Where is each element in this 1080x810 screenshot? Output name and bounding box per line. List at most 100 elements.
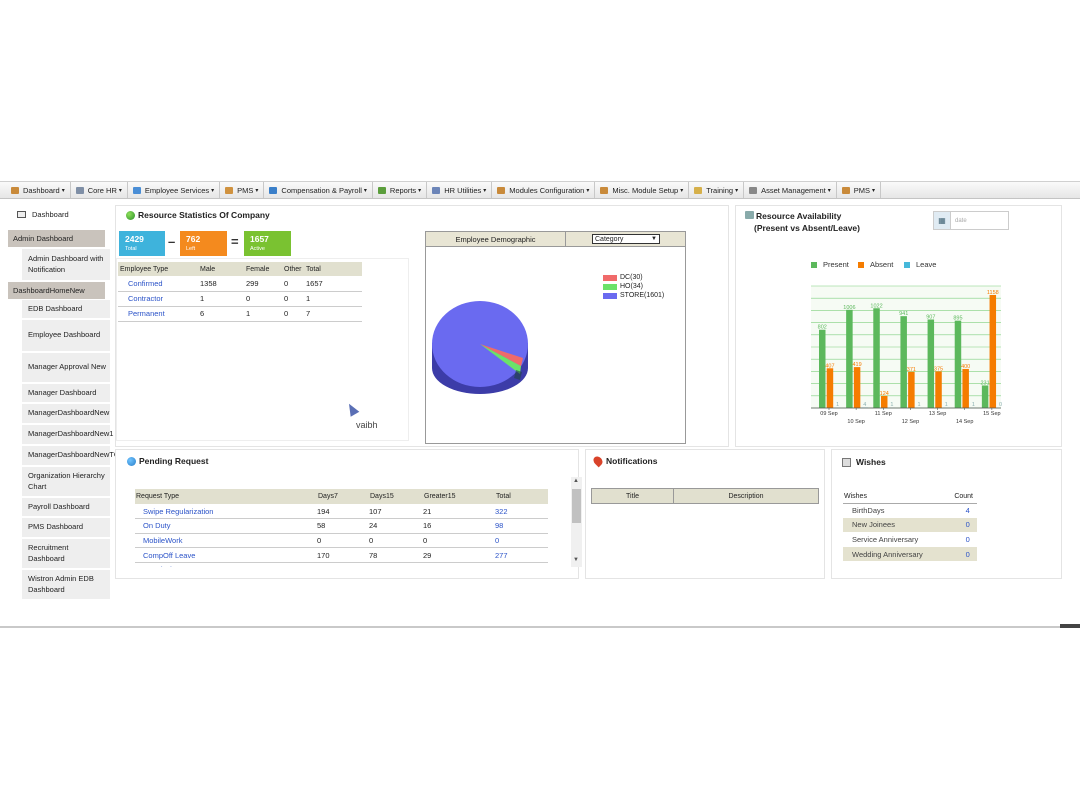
sidebar-item-12[interactable]: Wistron Admin EDB Dashboard [22, 570, 110, 600]
active-stat-box[interactable]: 1657 Active [244, 231, 291, 256]
date-input[interactable]: ▦ date [933, 211, 1009, 230]
nav-item-9[interactable]: Training ▾ [689, 182, 745, 198]
x-tick-label: 10 Sep [847, 419, 864, 425]
sidebar-item-11[interactable]: Recruitment Dashboard [22, 539, 110, 569]
legend-swatch [811, 261, 817, 268]
employee-type-link[interactable]: Contractor [118, 291, 198, 307]
sidebar-item-5[interactable]: ManagerDashboardNew [22, 404, 110, 424]
request-total-link[interactable]: 0 [495, 533, 548, 549]
wish-count-link[interactable]: 4 [946, 503, 977, 519]
bar-absent-3 [908, 371, 915, 408]
employee-type-link[interactable]: Permanent [118, 306, 198, 322]
sidebar-item-1[interactable]: EDB Dashboard [22, 300, 110, 319]
sidebar-item-2[interactable]: Employee Dashboard [22, 320, 110, 352]
pending-request-icon [127, 456, 136, 466]
bar-absent-6 [989, 294, 997, 408]
table-cell: 58 [317, 518, 369, 534]
employee-demographic-panel: Employee Demographic Category ▼ DC(30) HO… [425, 231, 686, 444]
availability-icon [745, 211, 754, 219]
table-cell: 78 [369, 547, 423, 563]
data-label: 419 [852, 362, 861, 368]
request-type-link[interactable]: On Duty [135, 518, 317, 534]
sidebar-item-0[interactable]: Admin Dashboard with Notification [22, 249, 110, 281]
table-row: Service Anniversary 0 [843, 532, 977, 548]
nav-item-7[interactable]: Modules Configuration ▾ [492, 182, 596, 198]
sidebar-item-10[interactable]: PMS Dashboard [22, 518, 110, 538]
wishes-title: Wishes [842, 457, 886, 467]
emp-col-0: Employee Type [118, 262, 198, 276]
x-tick-label: 09 Sep [820, 411, 837, 417]
total-stat-box[interactable]: 2429 Total [119, 231, 165, 256]
data-label: 941 [899, 311, 908, 317]
nav-item-10[interactable]: Asset Management ▾ [744, 182, 837, 198]
emp-col-3: Other [282, 262, 304, 276]
caret-down-icon: ▾ [363, 187, 367, 194]
wish-count-link[interactable]: 0 [946, 532, 977, 548]
notifications-table: Title Description [591, 488, 819, 504]
bar-present-1 [846, 309, 853, 408]
payroll-icon [269, 186, 278, 194]
sidebar-dashboard-link[interactable]: Dashboard [5, 204, 105, 224]
nav-item-11[interactable]: PMS ▾ [837, 182, 882, 198]
nav-item-1[interactable]: Core HR ▾ [71, 182, 128, 198]
data-label: 895 [953, 316, 962, 322]
sidebar-item-9[interactable]: Payroll Dashboard [22, 498, 110, 517]
sidebar-group-1[interactable]: DashboardHomeNew [8, 282, 105, 299]
employee-type-link[interactable]: Confirmed [118, 276, 198, 292]
data-label: 375 [934, 366, 943, 372]
wish-count-link[interactable]: 0 [946, 546, 977, 562]
pending-request-title: Pending Request [127, 456, 208, 466]
nav-item-3[interactable]: PMS ▾ [220, 182, 265, 198]
request-type-link[interactable]: CompOff Leave [135, 547, 317, 563]
pin-icon [591, 454, 605, 468]
table-cell: 0 [282, 306, 304, 322]
sidebar-group-0[interactable]: Admin Dashboard [8, 230, 105, 247]
wish-type: Wedding Anniversary [843, 546, 947, 562]
table-row: Wedding Anniversary 0 [843, 546, 977, 562]
left-stat-box[interactable]: 762 Left [180, 231, 227, 256]
nav-item-8[interactable]: Misc. Module Setup ▾ [595, 182, 690, 198]
legend-swatch [603, 283, 617, 290]
nav-item-2[interactable]: Employee Services ▾ [128, 182, 221, 198]
x-tick-label: 14 Sep [956, 419, 973, 425]
data-label: 1 [836, 402, 839, 408]
caret-down-icon: ▾ [255, 187, 259, 194]
sidebar-item-4[interactable]: Manager Dashboard [22, 384, 110, 403]
sidebar-item-3[interactable]: Manager Approval New [22, 353, 110, 383]
request-total-link[interactable]: 98 [495, 518, 548, 534]
caret-down-icon: ▾ [118, 187, 122, 194]
pending-request-scrollbar[interactable]: ▲ ▼ [571, 477, 582, 567]
table-cell: 1 [198, 291, 244, 307]
sidebar-item-8[interactable]: Organization Hierarchy Chart [22, 467, 110, 497]
table-cell: 24 [369, 518, 423, 534]
table-clip-cover [130, 567, 570, 577]
scroll-thumb[interactable] [572, 489, 581, 523]
wishes-col-count: Count [946, 490, 977, 504]
calendar-icon[interactable]: ▦ [934, 212, 951, 229]
nav-item-0[interactable]: Dashboard ▾ [6, 182, 71, 198]
emp-col-4: Total [304, 262, 362, 276]
nav-item-4[interactable]: Compensation & Payroll ▾ [264, 182, 373, 198]
table-cell: 1657 [304, 276, 362, 292]
scroll-up-icon[interactable]: ▲ [573, 478, 579, 484]
pending-col-4: Total [495, 489, 548, 504]
wish-count-link[interactable]: 0 [946, 517, 977, 533]
category-select[interactable]: Category ▼ [592, 234, 660, 244]
sidebar-item-7[interactable]: ManagerDashboardNewTGKL [22, 446, 129, 466]
request-type-link[interactable]: Swipe Regularization [135, 504, 317, 520]
request-total-link[interactable]: 322 [495, 504, 548, 520]
request-type-link[interactable]: MobileWork [135, 533, 317, 549]
wish-type: Service Anniversary [843, 532, 947, 548]
table-row: Permanent 6 1 0 7 [118, 306, 362, 322]
wishes-table: Wishes Count BirthDays 4 New Joinees 0 Servi… [843, 490, 977, 562]
x-tick-label: 13 Sep [929, 411, 946, 417]
sidebar-item-6[interactable]: ManagerDashboardNew1 [22, 425, 113, 445]
resource-statistics-title: Resource Statistics Of Company [126, 210, 270, 220]
data-label: 1006 [843, 305, 855, 311]
scroll-down-icon[interactable]: ▼ [573, 557, 579, 563]
nav-item-5[interactable]: Reports ▾ [373, 182, 428, 198]
nav-item-6[interactable]: HR Utilities ▾ [427, 182, 493, 198]
request-total-link[interactable]: 277 [495, 547, 548, 563]
table-row: CompOff Leave 170 78 29 277 [135, 547, 548, 563]
reports-icon [377, 186, 386, 194]
